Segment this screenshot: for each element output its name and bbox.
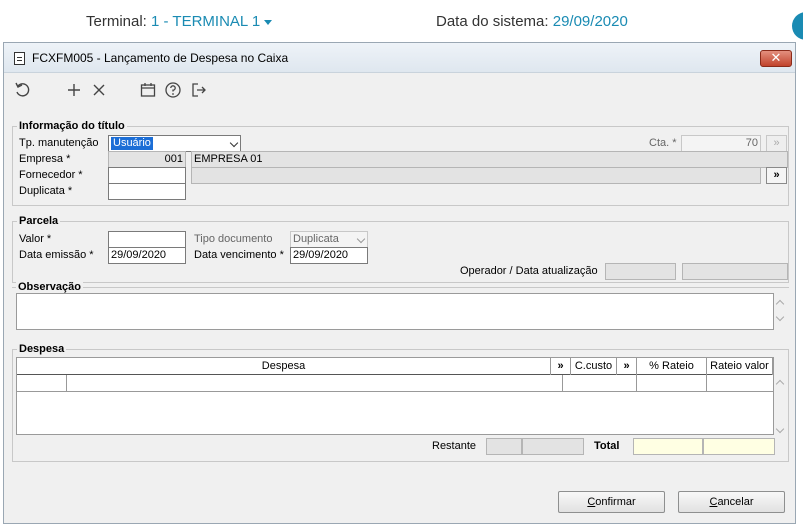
despesa-grid-header: Despesa » C.custo » % Rateio Rateio valo…	[17, 358, 773, 375]
system-date-value: 29/09/2020	[552, 13, 628, 30]
window-title: FCXFM005 - Lançamento de Despesa no Caix…	[32, 51, 289, 65]
window-titlebar: FCXFM005 - Lançamento de Despesa no Caix…	[4, 43, 795, 73]
valor-field[interactable]	[108, 231, 186, 248]
data-vencimento-field[interactable]: 29/09/2020	[290, 247, 368, 264]
despesa-grid[interactable]: Despesa » C.custo » % Rateio Rateio valo…	[16, 357, 774, 435]
help-icon[interactable]	[164, 81, 182, 99]
tp-manutencao-label: Tp. manutenção	[19, 137, 99, 149]
fornecedor-lookup-button[interactable]: »	[766, 167, 787, 184]
undo-icon[interactable]	[14, 81, 32, 99]
delete-icon[interactable]	[90, 81, 108, 99]
cta-lookup-button: »	[766, 135, 787, 152]
col-rateio-valor[interactable]: Rateio valor	[707, 358, 773, 375]
exit-icon[interactable]	[190, 81, 208, 99]
col-despesa-lookup[interactable]: »	[551, 358, 571, 375]
empresa-code-field[interactable]: 001	[108, 151, 186, 168]
chevron-down-icon[interactable]	[264, 19, 273, 25]
valor-label: Valor *	[19, 233, 52, 245]
total-valor-field	[703, 438, 775, 455]
cancelar-button[interactable]: Cancelar	[678, 491, 785, 513]
tipo-documento-label: Tipo documento	[194, 233, 273, 245]
cta-label: Cta. *	[649, 137, 677, 149]
data-emissao-label: Data emissão *	[19, 249, 94, 261]
total-label: Total	[594, 440, 620, 452]
col-despesa[interactable]: Despesa	[17, 358, 551, 375]
operador-field	[605, 263, 676, 280]
data-emissao-field[interactable]: 29/09/2020	[108, 247, 186, 264]
tp-manutencao-select[interactable]: Usuário	[108, 135, 241, 152]
row-cell[interactable]	[563, 375, 637, 391]
fornecedor-label: Fornecedor *	[19, 169, 83, 181]
tp-manutencao-value: Usuário	[111, 137, 153, 150]
empresa-name-field: EMPRESA 01	[191, 151, 788, 168]
restante-field-2	[522, 438, 584, 455]
calendar-icon[interactable]	[139, 81, 157, 99]
system-date-label: Data do sistema:	[436, 13, 549, 30]
restante-field-1	[486, 438, 522, 455]
fornecedor-code-field[interactable]	[108, 167, 186, 184]
duplicata-label: Duplicata *	[19, 185, 73, 197]
chevron-down-icon[interactable]	[229, 138, 239, 148]
restante-label: Restante	[432, 440, 477, 452]
fornecedor-name-field	[191, 167, 761, 184]
row-cell[interactable]	[67, 375, 563, 391]
close-button[interactable]: ✕	[760, 50, 792, 67]
add-icon[interactable]	[65, 81, 83, 99]
parcela-legend: Parcela	[17, 215, 61, 227]
dialog-window: FCXFM005 - Lançamento de Despesa no Caix…	[3, 42, 796, 524]
tipo-documento-value: Duplicata	[293, 233, 339, 245]
row-cell[interactable]	[637, 375, 707, 391]
total-rateio-field	[633, 438, 703, 455]
data-atualizacao-field	[682, 263, 788, 280]
tipo-documento-select: Duplicata	[290, 231, 368, 248]
terminal-label: Terminal:	[86, 13, 147, 30]
despesa-legend: Despesa	[17, 343, 67, 355]
operador-label: Operador / Data atualização	[460, 265, 598, 277]
user-badge-icon[interactable]	[792, 12, 803, 40]
table-row[interactable]	[17, 375, 773, 392]
info-legend: Informação do título	[17, 120, 127, 132]
empresa-label: Empresa *	[19, 153, 71, 165]
terminal-selector[interactable]: Terminal: 1 - TERMINAL 1	[86, 13, 273, 30]
confirmar-button[interactable]: Confirmar	[558, 491, 665, 513]
document-icon	[14, 52, 25, 65]
duplicata-field[interactable]	[108, 183, 186, 200]
col-ccusto-lookup[interactable]: »	[617, 358, 637, 375]
data-vencimento-label: Data vencimento *	[194, 249, 284, 261]
terminal-value[interactable]: 1 - TERMINAL 1	[151, 13, 260, 30]
col-ccusto[interactable]: C.custo	[571, 358, 617, 375]
chevron-down-icon	[356, 234, 366, 244]
observacao-legend: Observação	[16, 281, 83, 293]
observacao-textarea[interactable]	[16, 293, 774, 330]
row-cell[interactable]	[17, 375, 67, 391]
col-rateio-pct[interactable]: % Rateio	[637, 358, 707, 375]
cta-field[interactable]: 70	[681, 135, 761, 152]
system-date: Data do sistema: 29/09/2020	[436, 13, 628, 30]
